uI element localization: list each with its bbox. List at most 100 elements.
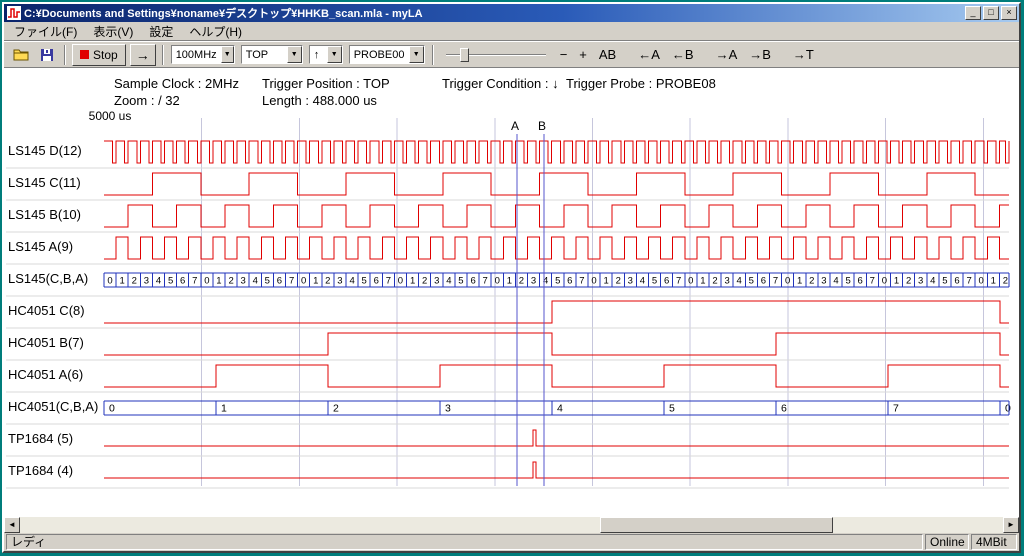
- toolbar-separator: [64, 45, 66, 65]
- bus-value: 2: [712, 276, 717, 287]
- info-trigger-position: Trigger Position : TOP: [262, 76, 390, 91]
- bus-value: 4: [156, 276, 161, 287]
- time-scale-label: 5000 us: [89, 109, 132, 123]
- status-message: レディ: [6, 534, 923, 550]
- chevron-down-icon[interactable]: ▼: [409, 46, 424, 63]
- scroll-right-button[interactable]: ►: [1003, 517, 1019, 533]
- scroll-left-button[interactable]: ◄: [4, 517, 20, 533]
- cursor-a-label: A: [511, 119, 519, 133]
- bus-value: 6: [470, 276, 475, 287]
- bus-value: 0: [785, 276, 790, 287]
- prev-a-button[interactable]: ←A: [634, 46, 664, 63]
- bus-value: 5: [168, 276, 173, 287]
- bus-value: 3: [445, 403, 451, 415]
- menu-settings[interactable]: 設定: [141, 21, 181, 42]
- bus-value: 3: [337, 276, 342, 287]
- bus-value: 4: [446, 276, 451, 287]
- goto-trigger-button[interactable]: →T: [789, 46, 818, 63]
- zoom-out-button[interactable]: −: [556, 46, 572, 63]
- bus-value: 2: [809, 276, 814, 287]
- bus-value: 0: [688, 276, 693, 287]
- bus-value: 2: [906, 276, 911, 287]
- bus-value: 0: [1005, 403, 1011, 415]
- bus-value: 1: [700, 276, 705, 287]
- next-a-button[interactable]: →A: [712, 46, 742, 63]
- bus-value: 5: [265, 276, 270, 287]
- bus-value: 7: [676, 276, 681, 287]
- bus-value: 4: [930, 276, 935, 287]
- scrollbar-thumb[interactable]: [600, 517, 833, 533]
- bus-value: 2: [132, 276, 137, 287]
- scrollbar-track[interactable]: [20, 517, 1003, 533]
- bus-value: 2: [1003, 276, 1008, 287]
- bus-value: 1: [119, 276, 124, 287]
- wave-TP1684 (4): [104, 462, 1009, 478]
- bus-value: 2: [616, 276, 621, 287]
- run-button[interactable]: →: [130, 44, 156, 66]
- maximize-button[interactable]: □: [983, 6, 999, 20]
- bus-value: 4: [833, 276, 838, 287]
- stop-button[interactable]: Stop: [72, 44, 126, 66]
- bus-value: 1: [991, 276, 996, 287]
- info-trigger-probe: Trigger Probe : PROBE08: [566, 76, 716, 91]
- bus-value: 3: [724, 276, 729, 287]
- menu-view[interactable]: 表示(V): [85, 21, 141, 42]
- sample-clock-select[interactable]: 100MHz ▼: [171, 45, 235, 64]
- trigger-edge-value: ↑: [310, 49, 327, 61]
- horizontal-scrollbar[interactable]: ◄ ►: [4, 517, 1019, 533]
- slider-thumb[interactable]: [460, 48, 469, 62]
- bus-value: 2: [325, 276, 330, 287]
- app-icon: [7, 6, 21, 20]
- bus-value: 6: [374, 276, 379, 287]
- status-memory: 4MBit: [971, 534, 1017, 550]
- zoom-in-button[interactable]: +: [575, 46, 591, 63]
- bus-value: 5: [942, 276, 947, 287]
- bus-value: 5: [555, 276, 560, 287]
- bus-value: 5: [652, 276, 657, 287]
- prev-b-button[interactable]: ←B: [668, 46, 698, 63]
- chevron-down-icon[interactable]: ▼: [287, 46, 302, 63]
- bus-value: 5: [362, 276, 367, 287]
- bus-value: 4: [737, 276, 742, 287]
- bus-value: 7: [773, 276, 778, 287]
- cursor-ab-button[interactable]: AB: [595, 46, 620, 63]
- trigger-probe-select[interactable]: PROBE00 ▼: [349, 45, 425, 64]
- bus-value: 7: [966, 276, 971, 287]
- close-button[interactable]: ×: [1001, 6, 1017, 20]
- waveform-canvas[interactable]: 0123456701234567012345670123456701234567…: [4, 108, 1015, 494]
- save-button[interactable]: [35, 44, 59, 66]
- bus-value: 5: [458, 276, 463, 287]
- chevron-down-icon[interactable]: ▼: [327, 46, 342, 63]
- wave-LS145 A(9): [104, 237, 1009, 259]
- menu-bar: ファイル(F)表示(V)設定ヘルプ(H): [4, 22, 1019, 41]
- bus-value: 1: [221, 403, 227, 415]
- toolbar: Stop → 100MHz ▼ TOP ▼ ↑ ▼ PROBE00 ▼ −+AB…: [4, 41, 1019, 68]
- run-arrow-icon: →: [136, 47, 150, 63]
- title-bar[interactable]: C:¥Documents and Settings¥noname¥デスクトップ¥…: [4, 4, 1019, 22]
- wave-HC4051 B(7): [104, 333, 1009, 355]
- trigger-probe-value: PROBE00: [350, 49, 409, 61]
- bus-value: 1: [603, 276, 608, 287]
- menu-help[interactable]: ヘルプ(H): [181, 21, 250, 42]
- trigger-edge-select[interactable]: ↑ ▼: [309, 45, 343, 64]
- chevron-down-icon[interactable]: ▼: [221, 46, 234, 63]
- bus-value: 0: [398, 276, 403, 287]
- wave-LS145 B(10): [104, 205, 1009, 227]
- menu-file[interactable]: ファイル(F): [6, 21, 85, 42]
- bus-value: 2: [333, 403, 339, 415]
- trigger-position-value: TOP: [242, 49, 287, 61]
- info-length: Length : 488.000 us: [262, 93, 377, 108]
- bus-value: 3: [821, 276, 826, 287]
- zoom-slider[interactable]: [446, 45, 546, 65]
- trigger-position-select[interactable]: TOP ▼: [241, 45, 303, 64]
- bus-value: 3: [918, 276, 923, 287]
- bus-value: 5: [845, 276, 850, 287]
- bus-value: 0: [591, 276, 596, 287]
- next-b-button[interactable]: →B: [745, 46, 775, 63]
- bus-value: 0: [204, 276, 209, 287]
- bus-value: 0: [109, 403, 115, 415]
- info-sample-clock: Sample Clock : 2MHz: [114, 76, 239, 91]
- toolbar-separator: [162, 45, 164, 65]
- open-button[interactable]: [9, 44, 33, 66]
- minimize-button[interactable]: _: [965, 6, 981, 20]
